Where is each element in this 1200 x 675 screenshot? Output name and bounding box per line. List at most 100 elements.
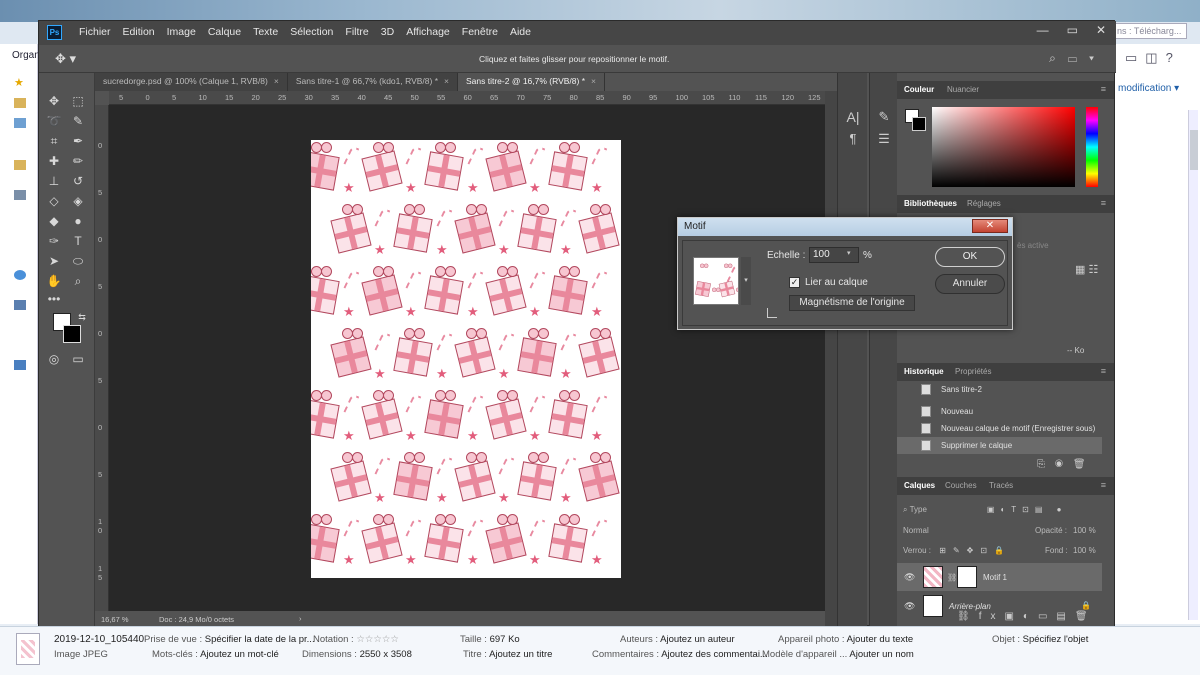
scrollbar-thumb[interactable] — [1190, 130, 1198, 170]
organize-menu[interactable]: Organ — [12, 50, 40, 61]
character-icon[interactable]: A| — [843, 109, 863, 125]
pen-icon[interactable]: ✑ — [45, 233, 63, 249]
tab-calques[interactable]: Calques — [904, 481, 935, 490]
history-item[interactable]: Nouveau — [897, 403, 1102, 420]
canvas-scrollbar[interactable] — [825, 91, 837, 627]
hand-icon[interactable]: ✋ — [45, 273, 63, 289]
fill-value[interactable]: 100 % — [1073, 546, 1096, 555]
dialog-close-button[interactable]: ✕ — [972, 219, 1008, 233]
library-icon[interactable] — [14, 160, 26, 170]
move-icon[interactable]: ✥ — [45, 93, 63, 109]
snap-origin-button[interactable]: Magnétisme de l'origine — [789, 295, 915, 311]
tab-traces[interactable]: Tracés — [989, 481, 1013, 490]
panel-menu-icon[interactable]: ≡ — [1101, 366, 1106, 376]
link-layer-checkbox[interactable]: ✓ — [789, 277, 800, 288]
menu-filtre[interactable]: Filtre — [339, 26, 374, 38]
modification-column-header[interactable]: modification ▾ — [1118, 83, 1179, 94]
library-view-icon[interactable]: ▦ ☷ — [1075, 263, 1098, 276]
lock-icon[interactable]: 🔒 — [1081, 601, 1091, 610]
swap-colors-icon[interactable]: ⇆ — [73, 309, 91, 325]
menu-selection[interactable]: Sélection — [284, 26, 339, 38]
pattern-picker-chevron-icon[interactable]: ▾ — [741, 257, 751, 305]
history-item[interactable]: Sans titre-2 — [897, 381, 1102, 398]
workspace-icons[interactable]: ⌕▭▾ — [1049, 51, 1106, 66]
color-picker-field[interactable] — [932, 107, 1075, 187]
menu-affichage[interactable]: Affichage — [400, 26, 456, 38]
brush-settings-icon[interactable]: ✎ — [874, 109, 894, 125]
ok-button[interactable]: OK — [935, 247, 1005, 267]
zoom-level[interactable]: 16,67 % — [101, 615, 129, 624]
history-item-selected[interactable]: Supprimer le calque — [897, 437, 1102, 454]
desktop-icon[interactable] — [14, 118, 26, 128]
detail-value[interactable]: Ajouter un nom — [849, 649, 913, 660]
blur-icon[interactable]: ◆ — [45, 213, 63, 229]
chain-link-icon[interactable]: ⛓ — [947, 573, 957, 582]
quick-select-icon[interactable]: ✎ — [69, 113, 87, 129]
screen-mode-icon[interactable]: ▭ — [69, 351, 87, 367]
computer-icon[interactable] — [14, 300, 26, 310]
hue-slider[interactable] — [1086, 107, 1098, 187]
detail-value[interactable]: Ajoutez un titre — [489, 649, 552, 660]
library-dropdown[interactable]: ès active — [1017, 241, 1107, 255]
status-arrow-icon[interactable]: › — [299, 614, 302, 623]
menu-aide[interactable]: Aide — [504, 26, 537, 38]
tab-close-icon[interactable]: × — [274, 76, 279, 86]
marquee-icon[interactable]: ⬚ — [69, 93, 87, 109]
menu-edition[interactable]: Edition — [117, 26, 161, 38]
tab-reglages[interactable]: Réglages — [967, 199, 1001, 208]
panel-background-swatch[interactable] — [912, 117, 926, 131]
tab-couleur[interactable]: Couleur — [904, 85, 934, 94]
panel-menu-icon[interactable]: ≡ — [1101, 198, 1106, 208]
detail-value[interactable]: Spécifiez l'objet — [1023, 634, 1089, 645]
brush-icon[interactable]: ✏ — [69, 153, 87, 169]
view-options-icon[interactable]: ▭◫? — [1125, 50, 1181, 66]
menu-3d[interactable]: 3D — [375, 26, 400, 38]
tab-bibliotheques[interactable]: Bibliothèques — [904, 199, 957, 208]
stamp-icon[interactable]: ⊥ — [45, 173, 63, 189]
visibility-eye-icon[interactable]: 👁 — [904, 601, 915, 612]
detail-value[interactable]: Ajoutez un auteur — [660, 634, 734, 645]
tab-sans-titre-1[interactable]: Sans titre-1 @ 66,7% (kdo1, RVB/8) * × — [287, 73, 458, 91]
network-icon[interactable] — [14, 360, 26, 370]
explorer-search-input[interactable]: ns : Télécharg... — [1112, 23, 1187, 39]
document-canvas[interactable]: ★★★★★★★★★★★★★★★★★★★★★★★★★★★★★★★★★★★ — [311, 140, 621, 578]
minimize-button[interactable]: — — [1037, 23, 1049, 37]
scale-input[interactable]: 100 — [809, 247, 859, 263]
crop-icon[interactable]: ⌗ — [45, 133, 63, 149]
tab-couches[interactable]: Couches — [945, 481, 977, 490]
cancel-button[interactable]: Annuler — [935, 274, 1005, 294]
pattern-preview[interactable]: ★★★★ — [693, 257, 739, 305]
close-window-button[interactable]: ✕ — [1096, 23, 1106, 37]
type-icon[interactable]: T — [69, 233, 87, 249]
tab-close-icon[interactable]: × — [591, 76, 596, 86]
menu-calque[interactable]: Calque — [202, 26, 247, 38]
panel-menu-icon[interactable]: ≡ — [1101, 84, 1106, 94]
lasso-icon[interactable]: ➰ — [45, 113, 63, 129]
shape-icon[interactable]: ⬭ — [69, 253, 87, 269]
dodge-icon[interactable]: ● — [69, 213, 87, 229]
paragraph-icon[interactable]: ¶ — [843, 131, 863, 146]
favorites-star-icon[interactable]: ★ — [14, 76, 26, 89]
tab-sans-titre-2[interactable]: Sans titre-2 @ 16,7% (RVB/8) * × — [458, 73, 605, 91]
tab-close-icon[interactable]: × — [444, 76, 449, 86]
lock-icons[interactable]: ⊞✎✥⊡🔒 — [939, 546, 1011, 555]
explorer-scrollbar[interactable] — [1188, 110, 1198, 620]
healing-icon[interactable]: ✚ — [45, 153, 63, 169]
layer-action-icons[interactable]: ⛓fx▣◐▭▤🗑 — [957, 611, 1097, 622]
menu-fenetre[interactable]: Fenêtre — [456, 26, 504, 38]
tab-proprietes[interactable]: Propriétés — [955, 367, 991, 376]
detail-value[interactable]: Spécifier la date de la pr... — [205, 634, 315, 645]
layer-row-motif[interactable]: 👁 ⛓ Motif 1 — [897, 563, 1102, 591]
visibility-eye-icon[interactable]: 👁 — [904, 572, 915, 583]
eyedropper-icon[interactable]: ✒ — [69, 133, 87, 149]
history-item[interactable]: Nouveau calque de motif (Enregistrer sou… — [897, 420, 1102, 437]
homegroup-icon[interactable] — [14, 270, 26, 280]
blend-mode-select[interactable]: Normal — [903, 526, 929, 535]
menu-texte[interactable]: Texte — [247, 26, 284, 38]
layer-mask-thumbnail[interactable] — [957, 566, 977, 588]
detail-value[interactable]: Ajoutez un mot-clé — [200, 649, 279, 660]
opacity-value[interactable]: 100 % — [1073, 526, 1096, 535]
drive-icon[interactable] — [14, 190, 26, 200]
scale-dropdown-icon[interactable]: ▾ — [847, 249, 851, 257]
eraser-icon[interactable]: ◇ — [45, 193, 63, 209]
